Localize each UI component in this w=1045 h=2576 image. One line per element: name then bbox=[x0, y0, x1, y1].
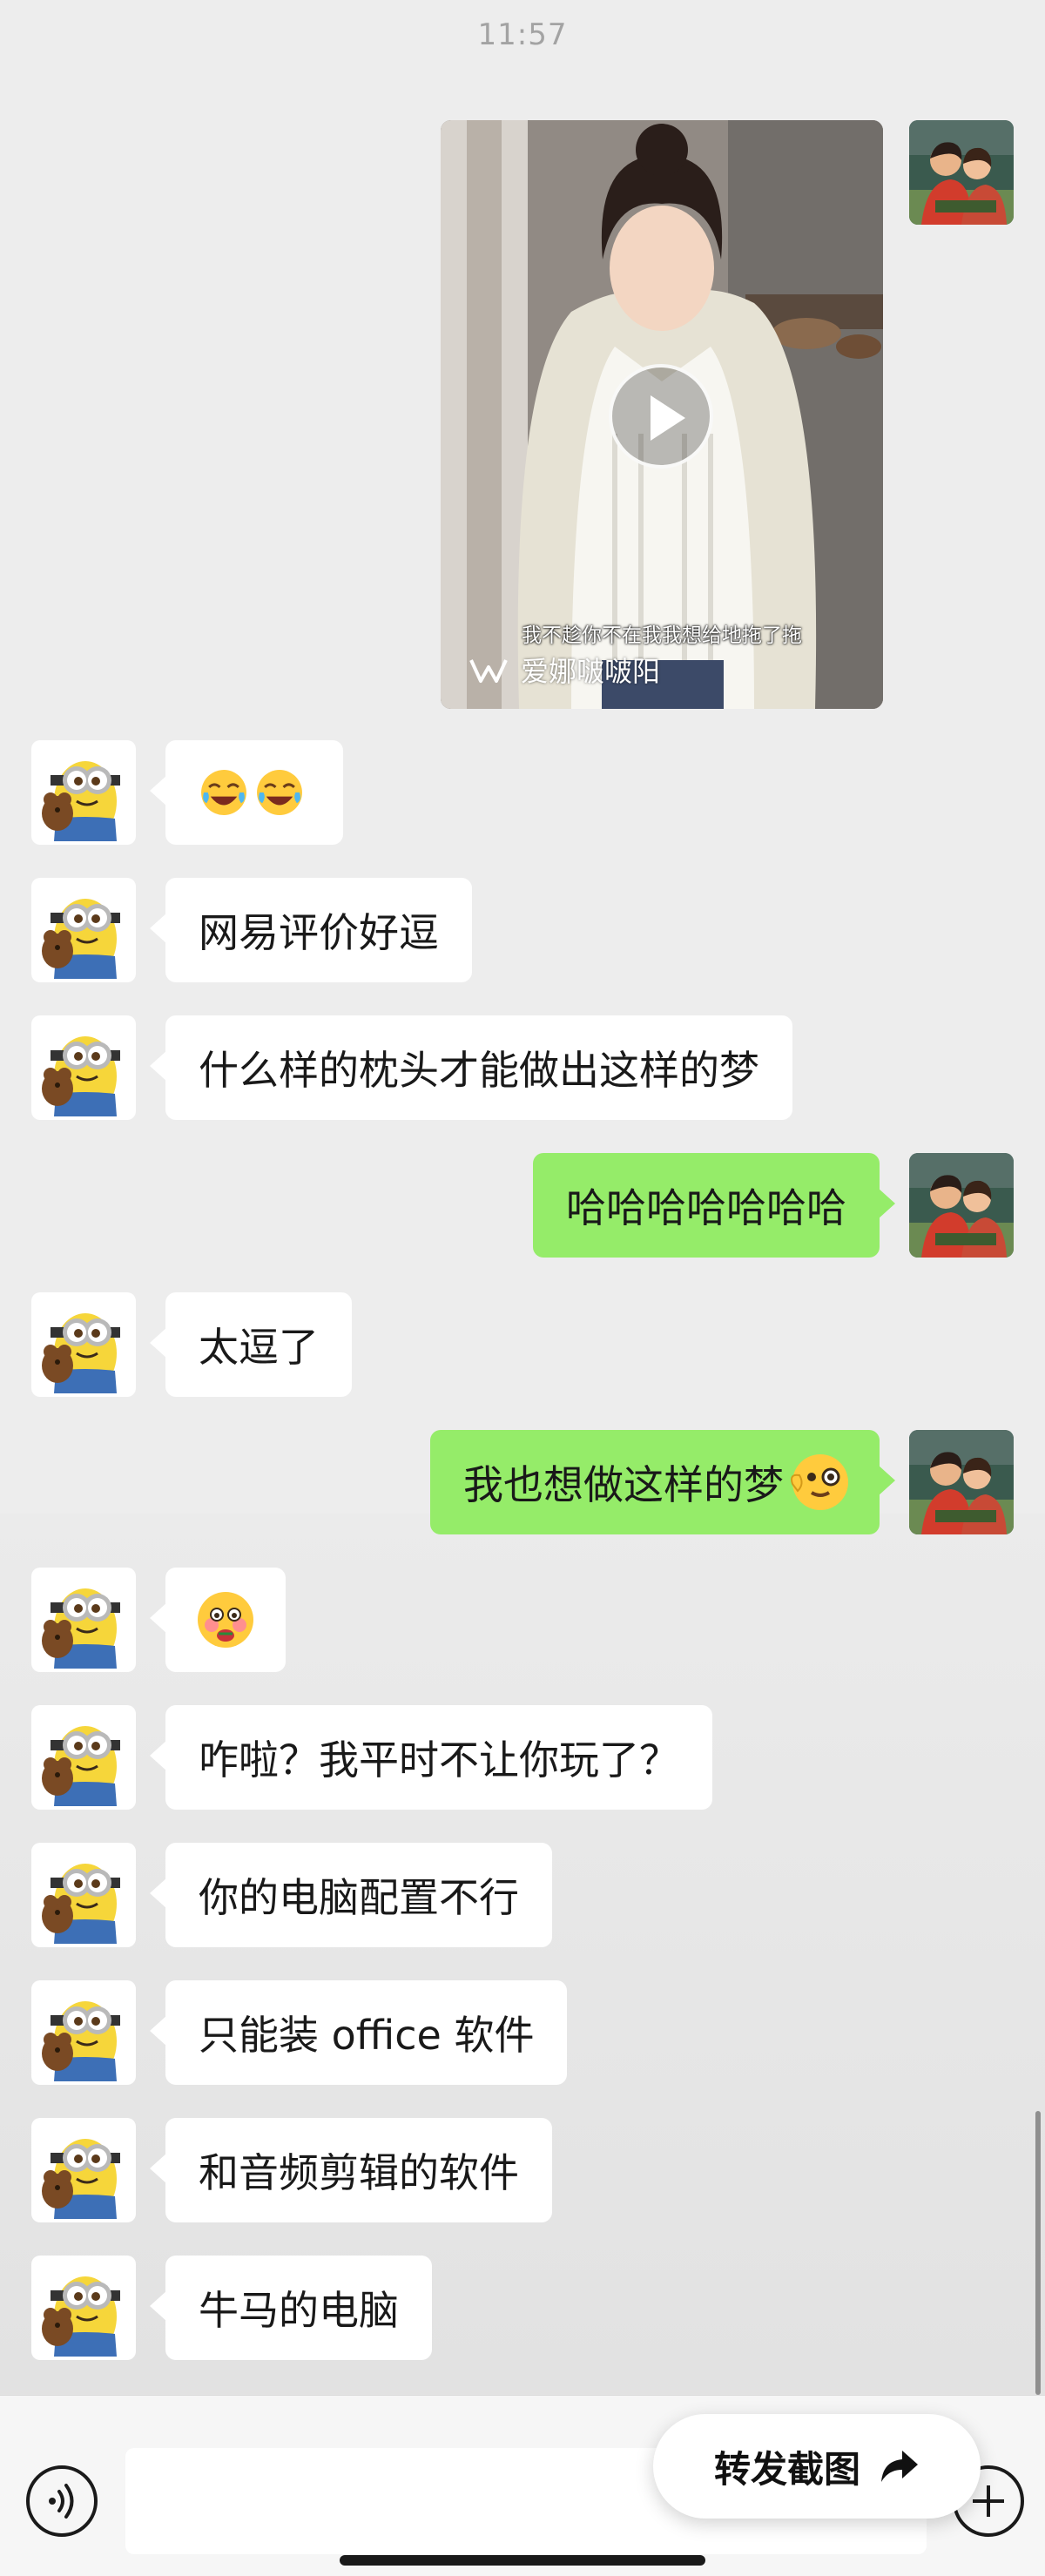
video-message[interactable]: 我不趁你不在我我想给地拖了拖 爱娜啵啵阳 bbox=[441, 120, 883, 709]
minion-avatar-image bbox=[31, 1015, 136, 1120]
message-bubble[interactable]: 哈哈哈哈哈哈哈 bbox=[533, 1153, 895, 1258]
my-avatar-image bbox=[909, 1153, 1014, 1258]
minion-avatar-image bbox=[31, 1705, 136, 1810]
contact-avatar[interactable] bbox=[31, 2256, 136, 2360]
contact-avatar[interactable] bbox=[31, 1980, 136, 2085]
message-text: 太逗了 bbox=[199, 1324, 319, 1371]
minion-avatar-image bbox=[31, 1843, 136, 1947]
minion-avatar-image bbox=[31, 1568, 136, 1672]
minion-avatar-image bbox=[31, 740, 136, 845]
message-text: 牛马的电脑 bbox=[199, 2287, 399, 2334]
my-avatar[interactable] bbox=[909, 120, 1014, 225]
voice-icon bbox=[49, 2484, 74, 2519]
message-text: 什么样的枕头才能做出这样的梦 bbox=[199, 1047, 759, 1094]
message-text: 哈哈哈哈哈哈哈 bbox=[566, 1184, 846, 1231]
video-subtitle: 我不趁你不在我我想给地拖了拖 bbox=[522, 624, 802, 647]
contact-avatar[interactable] bbox=[31, 1568, 136, 1672]
message-bubble[interactable]: 只能装 office 软件 bbox=[149, 1980, 568, 2085]
timestamp: 11:57 bbox=[477, 17, 568, 52]
chat-screen: 11:57 我不趁你不在我我想给地拖了拖 爱娜啵啵阳 网易评价好逗 什么样的枕头… bbox=[0, 0, 1045, 2576]
contact-avatar[interactable] bbox=[31, 878, 136, 982]
contact-avatar[interactable] bbox=[31, 1015, 136, 1120]
forward-label: 转发截图 bbox=[713, 2447, 860, 2491]
minion-avatar-image bbox=[31, 1980, 136, 2085]
message-text: 我也想做这样的梦 bbox=[463, 1461, 784, 1508]
message-text: 你的电脑配置不行 bbox=[199, 1874, 519, 1921]
message-text: 网易评价好逗 bbox=[199, 909, 439, 956]
app-logo-icon bbox=[469, 659, 508, 683]
contact-avatar[interactable] bbox=[31, 1292, 136, 1397]
minion-avatar-image bbox=[31, 2256, 136, 2360]
minion-avatar-image bbox=[31, 2118, 136, 2222]
contact-avatar[interactable] bbox=[31, 1705, 136, 1810]
my-avatar-image bbox=[909, 1430, 1014, 1534]
scrollbar[interactable] bbox=[1035, 2111, 1041, 2395]
home-indicator bbox=[340, 2555, 705, 2566]
message-text: 咋啦？我平时不让你玩了？ bbox=[199, 1736, 679, 1784]
message-text: 和音频剪辑的软件 bbox=[199, 2149, 519, 2196]
video-watermark: 爱娜啵啵阳 bbox=[469, 650, 660, 690]
minion-avatar-image bbox=[31, 1292, 136, 1397]
my-avatar[interactable] bbox=[909, 1430, 1014, 1534]
message-bubble[interactable]: 网易评价好逗 bbox=[150, 878, 472, 982]
minion-avatar-image bbox=[31, 878, 136, 982]
shy-eating-emoji bbox=[198, 1592, 253, 1648]
play-icon[interactable] bbox=[609, 364, 713, 469]
message-bubble[interactable]: 咋啦？我平时不让你玩了？ bbox=[150, 1705, 712, 1810]
contact-avatar[interactable] bbox=[31, 740, 136, 845]
message-text: 只能装 office 软件 bbox=[199, 2012, 535, 2059]
message-bubble[interactable]: 你的电脑配置不行 bbox=[150, 1843, 552, 1947]
background-shade bbox=[0, 1514, 1045, 2395]
message-bubble[interactable] bbox=[150, 740, 343, 845]
message-bubble[interactable]: 和音频剪辑的软件 bbox=[150, 2118, 552, 2222]
my-avatar[interactable] bbox=[909, 1153, 1014, 1258]
contact-avatar[interactable] bbox=[31, 1843, 136, 1947]
message-bubble[interactable]: 我也想做这样的梦 bbox=[430, 1430, 895, 1534]
my-avatar-image bbox=[909, 120, 1014, 225]
message-bubble[interactable]: 牛马的电脑 bbox=[150, 2256, 432, 2360]
contact-avatar[interactable] bbox=[31, 2118, 136, 2222]
message-bubble[interactable] bbox=[150, 1568, 286, 1672]
message-bubble[interactable]: 什么样的枕头才能做出这样的梦 bbox=[150, 1015, 792, 1120]
forward-screenshot-button[interactable]: 转发截图 bbox=[653, 2414, 981, 2519]
watermark-text: 爱娜啵啵阳 bbox=[521, 655, 661, 688]
voice-button[interactable] bbox=[26, 2465, 98, 2537]
message-bubble[interactable]: 太逗了 bbox=[150, 1292, 352, 1397]
tears-of-joy-emoji bbox=[201, 770, 246, 815]
face-holding-back-tears-emoji bbox=[791, 1454, 848, 1510]
tears-of-joy-emoji bbox=[257, 770, 302, 815]
share-arrow-icon bbox=[881, 2451, 918, 2482]
